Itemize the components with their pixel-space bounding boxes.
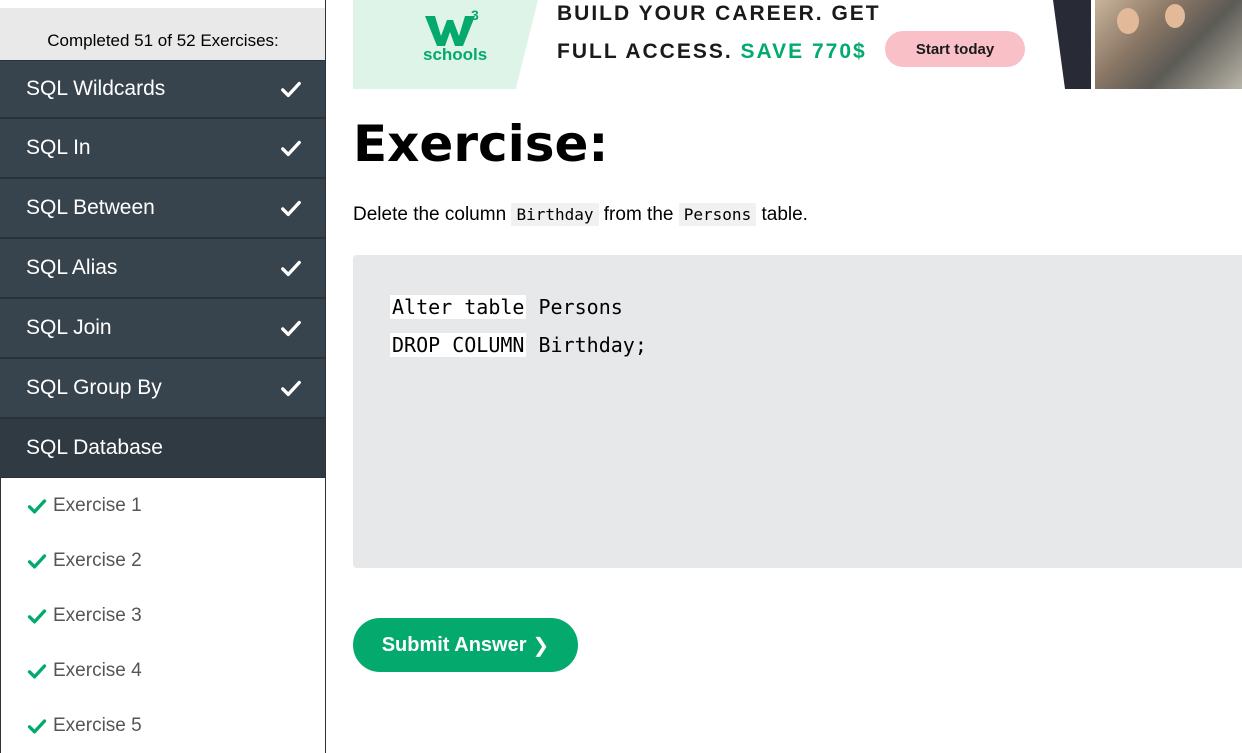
topic-label: SQL Between (26, 196, 155, 219)
check-icon (281, 320, 301, 337)
check-icon (27, 608, 47, 623)
instruction-text: table. (761, 204, 808, 225)
check-icon (27, 663, 47, 678)
start-today-button[interactable]: Start today (885, 31, 1025, 67)
instruction-text: from the (603, 204, 674, 225)
topic-label: SQL In (26, 136, 91, 159)
topic-item-sql-database[interactable]: SQL Database (0, 418, 325, 478)
topic-label: SQL Group By (26, 376, 162, 399)
answer-input-2[interactable]: DROP COLUMN (390, 333, 527, 357)
banner-headline: BUILD YOUR CAREER. GET (557, 2, 881, 25)
page-title: Exercise: (353, 115, 609, 173)
exercise-label: Exercise 4 (53, 659, 142, 681)
topic-item-sql-wildcards[interactable]: SQL Wildcards (0, 60, 325, 118)
check-icon (27, 498, 47, 513)
topic-label: SQL Wildcards (26, 77, 166, 100)
topic-label: SQL Join (26, 316, 112, 339)
exercise-item-1[interactable]: Exercise 1 (1, 478, 325, 533)
code-line-1: Alter table Persons (390, 295, 623, 319)
submit-label: Submit Answer (381, 633, 527, 656)
exercise-item-4[interactable]: Exercise 4 (1, 643, 325, 698)
check-icon (27, 718, 47, 733)
exercise-item-3[interactable]: Exercise 3 (1, 588, 325, 643)
exercise-panel: Exercise: Delete the column Birthday fro… (353, 89, 1242, 753)
exercise-label: Exercise 5 (53, 714, 142, 736)
check-icon (281, 81, 301, 98)
exercise-label: Exercise 3 (53, 604, 142, 626)
check-icon (281, 140, 301, 157)
topic-list: SQL Wildcards SQL In SQL Between SQL Ali… (0, 60, 325, 478)
check-icon (281, 200, 301, 217)
check-icon (281, 380, 301, 397)
exercise-list: Exercise 1 Exercise 2 Exercise 3 Exercis… (0, 478, 325, 753)
logo-superscript: 3 (471, 7, 479, 23)
exercise-instruction: Delete the column Birthday from the Pers… (353, 203, 808, 226)
code-editor: Alter table Persons DROP COLUMN Birthday… (353, 255, 1242, 568)
code-text: Birthday; (526, 333, 647, 357)
sidebar: Completed 51 of 52 Exercises: SQL Wildca… (0, 0, 326, 753)
topic-item-sql-alias[interactable]: SQL Alias (0, 238, 325, 298)
logo-wordmark: schools (423, 45, 488, 64)
photo-person (1117, 8, 1139, 34)
check-icon (27, 553, 47, 568)
topic-item-sql-between[interactable]: SQL Between (0, 178, 325, 238)
exercise-item-5[interactable]: Exercise 5 (1, 698, 325, 753)
code-text: Persons (526, 295, 623, 319)
promo-banner[interactable]: 3 schools BUILD YOUR CAREER. GET FULL AC… (353, 0, 1242, 89)
topic-label: SQL Database (26, 436, 163, 459)
banner-subheadline-text: FULL ACCESS. (557, 40, 733, 63)
check-icon (281, 260, 301, 277)
topic-item-sql-join[interactable]: SQL Join (0, 298, 325, 358)
instruction-text: Delete the column (353, 204, 507, 225)
topic-item-sql-group-by[interactable]: SQL Group By (0, 358, 325, 418)
inline-code-table: Persons (678, 203, 757, 226)
exercise-item-2[interactable]: Exercise 2 (1, 533, 325, 588)
banner-photo (1091, 0, 1242, 89)
chevron-right-icon: ❯ (532, 634, 550, 657)
code-line-2: DROP COLUMN Birthday; (390, 333, 647, 357)
exercise-label: Exercise 2 (53, 549, 142, 571)
exercise-label: Exercise 1 (53, 494, 142, 516)
submit-answer-button[interactable]: Submit Answer ❯ (353, 618, 578, 672)
banner-discount: SAVE 770$ (740, 40, 867, 63)
photo-person (1165, 4, 1185, 28)
sidebar-top-strip (0, 0, 325, 8)
topic-label: SQL Alias (26, 256, 118, 279)
banner-subheadline: FULL ACCESS. SAVE 770$ (557, 40, 867, 64)
topic-item-sql-in[interactable]: SQL In (0, 118, 325, 178)
answer-input-1[interactable]: Alter table (390, 295, 527, 319)
inline-code-column: Birthday (511, 203, 599, 226)
